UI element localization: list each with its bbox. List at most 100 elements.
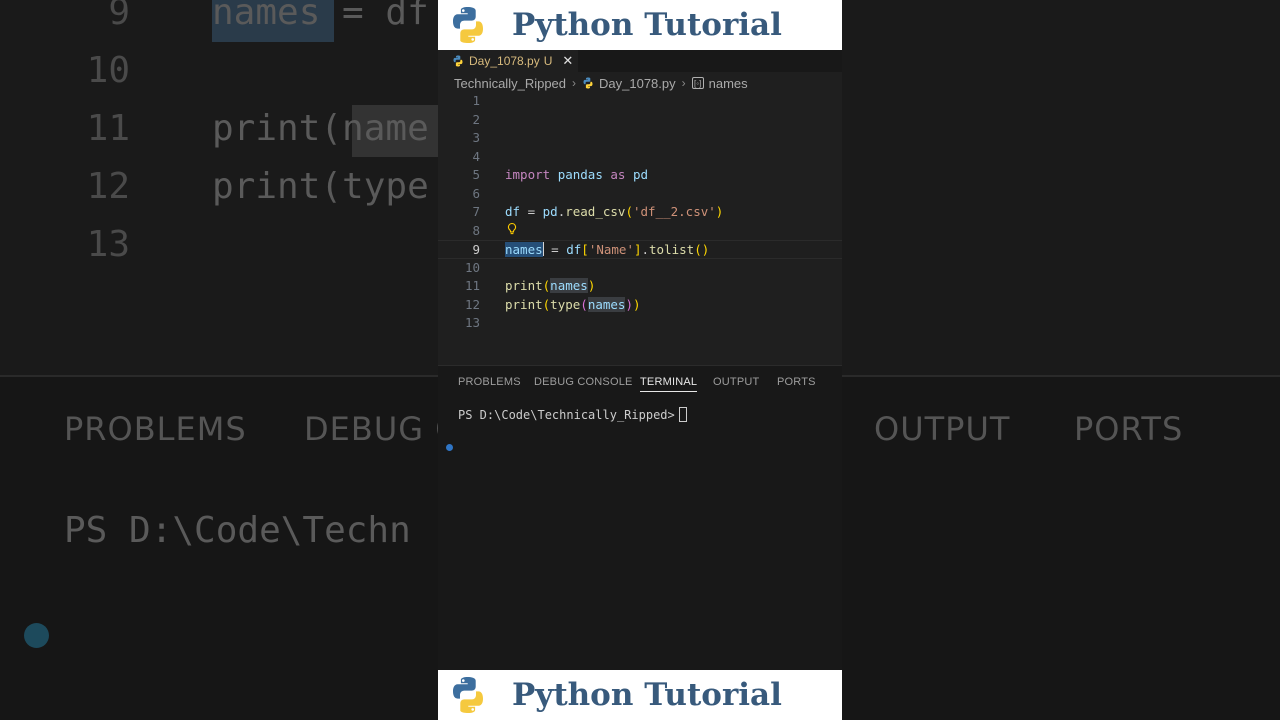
bg-line-number: 10 — [86, 50, 130, 91]
bracket: [ — [581, 242, 589, 257]
banner-title: Python Tutorial — [512, 677, 782, 713]
code-line-current: 9 names = df['Name'].tolist() — [438, 240, 842, 259]
tab-problems[interactable]: PROBLEMS — [458, 376, 521, 388]
line-number: 10 — [464, 259, 480, 275]
line-number: 11 — [464, 278, 480, 293]
line-number: 4 — [472, 148, 480, 164]
module-name: pandas — [557, 167, 603, 182]
code-line: 13 — [438, 314, 842, 333]
symbol-variable-icon: [◦] — [691, 77, 704, 89]
line-number: 5 — [472, 167, 480, 182]
paren: ( — [625, 204, 633, 219]
keyword-import: import — [505, 167, 551, 182]
function-name: type — [550, 296, 581, 312]
code-editor[interactable]: 1 2 3 4 5 import pandas as pd 6 7 df = p… — [438, 92, 842, 362]
function-name: print — [505, 278, 543, 293]
bg-status-dot — [24, 623, 49, 648]
lightbulb-icon[interactable] — [506, 222, 518, 236]
variable-highlight: names — [587, 296, 626, 312]
breadcrumb-symbol[interactable]: names — [709, 76, 748, 91]
paren: ) — [715, 204, 724, 219]
variable-highlight: names — [550, 278, 588, 293]
function-name: read_csv — [565, 204, 626, 219]
bottom-banner: Python Tutorial — [438, 670, 842, 720]
code-text: print(type(names)) — [505, 296, 641, 315]
bg-tab-problems: PROBLEMS — [64, 410, 247, 448]
code-line: 10 — [438, 259, 842, 278]
tab-filename: Day_1078.py — [469, 54, 540, 68]
bottom-panel: PROBLEMS DEBUG CONSOLE TERMINAL OUTPUT P… — [438, 365, 842, 670]
bg-code-line: names = df — [212, 0, 429, 33]
code-line: 8 — [438, 222, 842, 241]
banner-title: Python Tutorial — [512, 7, 782, 43]
terminal-cursor — [678, 407, 687, 422]
line-number: 7 — [472, 204, 480, 219]
string-literal: 'df__2.csv' — [632, 204, 716, 219]
line-number: 3 — [472, 130, 480, 145]
object: df — [566, 242, 582, 257]
code-line: 12 print(type(names)) — [438, 296, 842, 315]
bg-tab-debug: DEBUG C — [304, 410, 459, 448]
bg-code-line: print(name — [212, 108, 429, 149]
top-banner: Python Tutorial — [438, 0, 842, 50]
bg-tab-output: OUTPUT — [874, 410, 1011, 448]
tab-terminal[interactable]: TERMINAL — [640, 376, 698, 392]
editor-tab-day1078[interactable]: Day_1078.py U ✕ — [438, 50, 578, 72]
line-number: 2 — [472, 111, 480, 127]
bg-tab-ports: PORTS — [1074, 410, 1184, 448]
function-name: tolist — [649, 242, 695, 257]
keyword-as: as — [610, 167, 626, 182]
paren: ) — [587, 278, 596, 293]
variable: df — [505, 204, 521, 219]
dot: . — [641, 242, 650, 257]
code-text: import pandas as pd — [505, 166, 648, 185]
line-number: 6 — [472, 185, 480, 201]
bg-terminal-line: PS D:\Code\Techn — [64, 510, 411, 551]
line-number: 12 — [464, 296, 480, 312]
object: pd — [542, 204, 558, 219]
code-text: df = pd.read_csv('df__2.csv') — [505, 203, 723, 222]
module-alias: pd — [632, 167, 649, 182]
string-literal: 'Name' — [588, 242, 634, 257]
line-number: 1 — [472, 93, 480, 108]
paren: ) — [625, 296, 633, 312]
terminal-line[interactable]: PS D:\Code\Technically_Ripped> — [458, 407, 687, 422]
terminal-prompt: PS D:\Code\Technically_Ripped> — [458, 408, 675, 422]
code-line: 3 — [438, 129, 842, 148]
code-line: 5 import pandas as pd — [438, 166, 842, 185]
bg-line-number: 13 — [86, 224, 130, 265]
bg-names: names — [212, 0, 321, 33]
bg-line-number: 9 — [108, 0, 130, 33]
editor-tab-bar: Day_1078.py U ✕ — [438, 50, 842, 72]
close-icon[interactable]: ✕ — [562, 54, 573, 69]
tab-ports[interactable]: PORTS — [777, 376, 816, 388]
bg-line-number: 11 — [86, 108, 130, 149]
line-number: 9 — [472, 242, 480, 257]
tab-debug-console[interactable]: DEBUG CONSOLE — [534, 376, 633, 388]
chevron-right-icon: › — [572, 76, 577, 90]
python-file-icon — [583, 77, 593, 89]
code-line: 7 df = pd.read_csv('df__2.csv') — [438, 203, 842, 222]
operator: = — [520, 204, 543, 219]
tab-modified-badge: U — [543, 54, 553, 68]
breadcrumb: Technically_Ripped › Day_1078.py › [◦] n… — [454, 74, 748, 92]
code-line: 2 — [438, 111, 842, 130]
line-number: 13 — [464, 315, 480, 330]
variable-selected: names — [505, 242, 543, 257]
code-line: 11 print(names) — [438, 277, 842, 296]
bracket: ] — [633, 242, 642, 257]
python-logo-icon — [453, 7, 483, 43]
bg-line-number: 12 — [86, 166, 130, 207]
bg-code-line: print(type — [212, 166, 429, 207]
code-text: names = df['Name'].tolist() — [505, 241, 709, 260]
code-line: 1 — [438, 92, 842, 111]
chevron-right-icon: › — [681, 76, 686, 90]
breadcrumb-folder[interactable]: Technically_Ripped — [454, 76, 566, 91]
python-file-icon — [453, 55, 463, 67]
bg-assign: = df — [320, 0, 429, 33]
paren: ) — [632, 296, 641, 312]
breadcrumb-file[interactable]: Day_1078.py — [599, 76, 676, 91]
operator: = — [543, 242, 567, 257]
python-logo-icon — [453, 677, 483, 713]
tab-output[interactable]: OUTPUT — [713, 376, 759, 388]
